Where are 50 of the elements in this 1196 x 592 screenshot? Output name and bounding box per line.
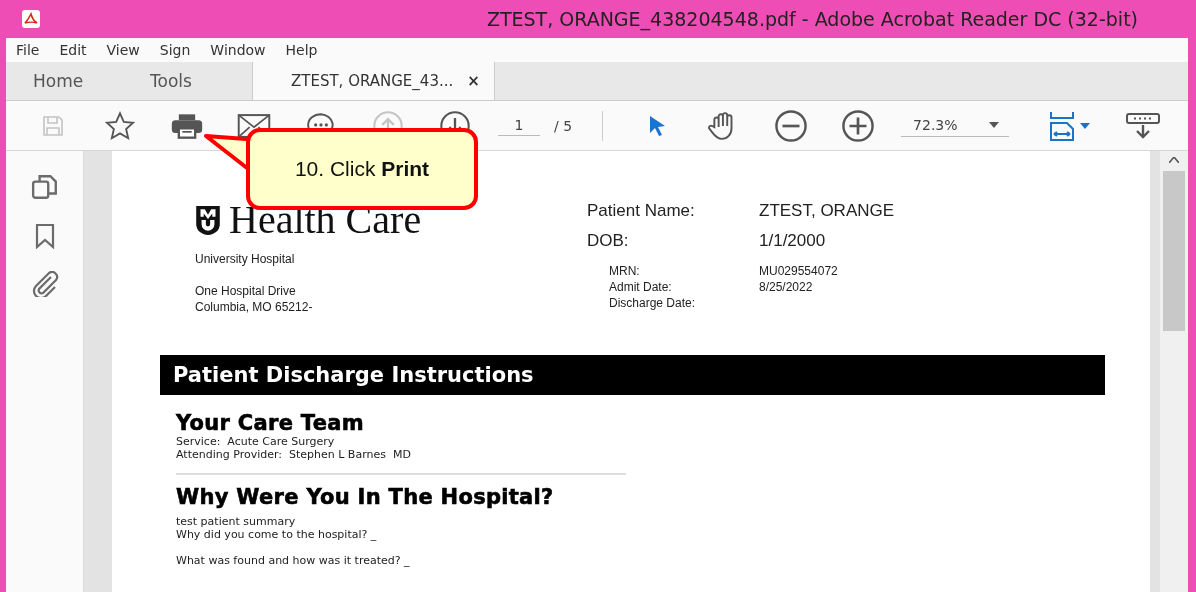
field-label: Patient Name:: [587, 201, 696, 221]
page-number-field[interactable]: 1: [498, 115, 540, 136]
menu-item[interactable]: Edit: [59, 42, 87, 58]
page-count: / 5: [554, 117, 573, 134]
text-line: test patient summary: [176, 515, 296, 528]
pages-icon[interactable]: [29, 173, 60, 201]
address-line: Columbia, MO 65212-: [195, 299, 314, 315]
fit-page-button[interactable]: [1049, 110, 1091, 141]
text-line: Service: Acute Care Surgery: [176, 435, 335, 448]
caret-icon: [989, 122, 1000, 128]
hospital-name: University Hospital: [195, 251, 296, 267]
menu-item[interactable]: View: [106, 42, 140, 58]
caret-icon: [1080, 122, 1091, 129]
zoom-dropdown[interactable]: 72.3%: [901, 114, 1010, 137]
section-heading: Your Care Team: [176, 411, 365, 435]
printer-icon[interactable]: [169, 111, 204, 140]
zoom-in-icon[interactable]: [840, 108, 875, 143]
menu-item[interactable]: File: [16, 42, 40, 58]
text-line: Attending Provider: Stephen L Barnes MD: [176, 448, 411, 461]
scrollbar-thumb[interactable]: [1163, 171, 1185, 331]
field-value: 8/25/2022: [759, 279, 814, 295]
callout-text: 10. Click Print: [294, 157, 430, 181]
shield-logo-icon: [195, 205, 221, 235]
section-banner: Patient Discharge Instructions: [160, 355, 1105, 395]
text-line: Why did you come to the hospital? _: [176, 528, 377, 541]
star-icon[interactable]: [104, 110, 135, 141]
field-value: 1/1/2000: [759, 231, 827, 251]
zoom-out-icon[interactable]: [773, 108, 808, 143]
window-title: ZTEST, ORANGE_438204548.pdf - Adobe Acrobat Reader DC (32-bit): [486, 8, 1138, 30]
field-value: MU029554072: [759, 263, 839, 279]
text-line: What was found and how was it treated? _: [176, 554, 410, 567]
keyboard-download-icon[interactable]: [1126, 111, 1161, 140]
close-tab-button[interactable]: ×: [467, 72, 480, 90]
bookmark-icon[interactable]: [33, 223, 56, 249]
app-logo-icon: [22, 10, 40, 28]
nav-tab[interactable]: Tools: [123, 62, 240, 100]
menu-item[interactable]: Window: [210, 42, 266, 58]
address-line: One Hospital Drive: [195, 283, 297, 299]
scroll-up-icon[interactable]: [1169, 157, 1179, 163]
field-label: Discharge Date:: [609, 295, 697, 311]
menu-item[interactable]: Help: [285, 42, 318, 58]
section-heading: Why Were You In The Hospital?: [176, 485, 555, 509]
field-label: DOB:: [587, 231, 630, 251]
menu-item[interactable]: Sign: [159, 42, 191, 58]
nav-tab[interactable]: Home: [6, 62, 123, 100]
field-value: ZTEST, ORANGE: [759, 201, 895, 221]
field-label: MRN:: [609, 263, 641, 279]
field-label: Admit Date:: [609, 279, 673, 295]
fit-width-icon: [1049, 110, 1076, 141]
document-tab[interactable]: ZTEST, ORANGE_43... ×: [252, 62, 495, 100]
